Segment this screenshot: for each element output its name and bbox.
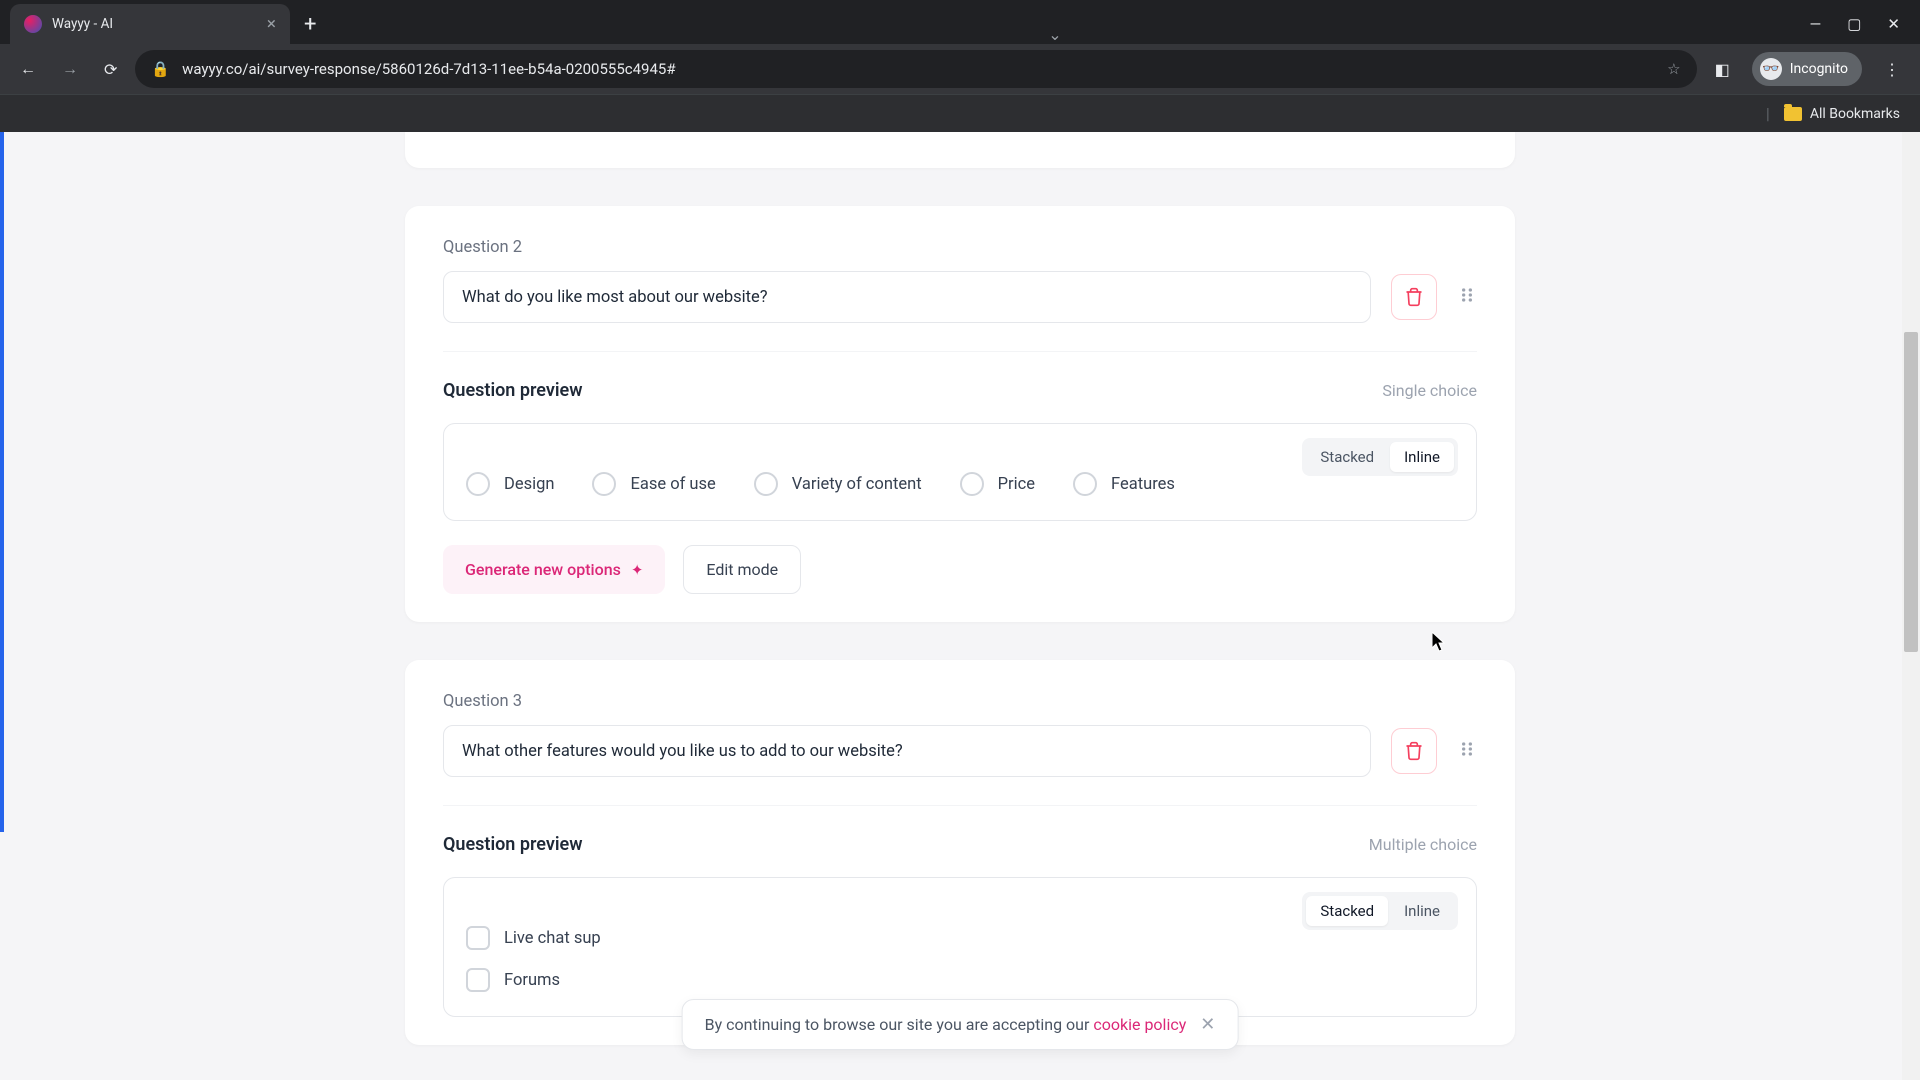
options-row: Design Ease of use Variety of content Pr… bbox=[466, 472, 1454, 496]
preview-title: Question preview bbox=[443, 834, 583, 855]
option-label: Design bbox=[504, 475, 554, 494]
page-content: Question 2 Question preview Single choic… bbox=[0, 132, 1920, 1080]
option-label: Price bbox=[998, 475, 1035, 494]
question-type-label: Single choice bbox=[1382, 381, 1477, 400]
drag-handle[interactable] bbox=[1457, 739, 1477, 763]
option-label: Variety of content bbox=[792, 475, 922, 494]
delete-button[interactable] bbox=[1391, 728, 1437, 774]
url-text: wayyy.co/ai/survey-response/5860126d-7d1… bbox=[182, 60, 1655, 78]
browser-toolbar: ← → ⟳ 🔒 wayyy.co/ai/survey-response/5860… bbox=[0, 44, 1920, 94]
tabs-dropdown-icon[interactable]: ⌄ bbox=[1048, 25, 1061, 44]
option-live-chat[interactable]: Live chat sup bbox=[466, 926, 1454, 950]
trash-icon bbox=[1404, 287, 1424, 307]
radio-icon bbox=[754, 472, 778, 496]
checkbox-icon bbox=[466, 926, 490, 950]
question-text-input[interactable] bbox=[443, 271, 1371, 323]
checkbox-icon bbox=[466, 968, 490, 992]
preview-box: Stacked Inline Live chat sup Forums bbox=[443, 877, 1477, 1017]
cookie-policy-link[interactable]: cookie policy bbox=[1093, 1015, 1186, 1034]
options-column: Live chat sup Forums bbox=[466, 926, 1454, 992]
toggle-inline[interactable]: Inline bbox=[1390, 442, 1454, 472]
cookie-banner: By continuing to browse our site you are… bbox=[682, 999, 1239, 1050]
toggle-inline[interactable]: Inline bbox=[1390, 896, 1454, 926]
question-text-input[interactable] bbox=[443, 725, 1371, 777]
scrollbar-track[interactable] bbox=[1902, 132, 1920, 1080]
layout-toggle: Stacked Inline bbox=[1302, 438, 1458, 476]
incognito-label: Incognito bbox=[1790, 61, 1848, 77]
incognito-icon: 👓 bbox=[1760, 58, 1782, 80]
radio-icon bbox=[960, 472, 984, 496]
toggle-stacked[interactable]: Stacked bbox=[1306, 442, 1388, 472]
option-label: Features bbox=[1111, 475, 1175, 494]
minimize-icon[interactable]: — bbox=[1810, 15, 1822, 33]
question-3-card: Question 3 Question preview Multiple cho… bbox=[405, 660, 1515, 1045]
edit-mode-button[interactable]: Edit mode bbox=[683, 545, 801, 594]
reload-icon[interactable]: ⟳ bbox=[96, 52, 125, 87]
generate-label: Generate new options bbox=[465, 560, 621, 579]
bookmarks-bar: | All Bookmarks bbox=[0, 94, 1920, 132]
option-forums[interactable]: Forums bbox=[466, 968, 1454, 992]
back-icon[interactable]: ← bbox=[12, 51, 44, 87]
new-tab-button[interactable]: + bbox=[290, 4, 330, 44]
option-label: Ease of use bbox=[630, 475, 715, 494]
generate-options-button[interactable]: Generate new options ✦ bbox=[443, 545, 665, 594]
tab-strip: Wayyy - AI × + ⌄ — ▢ ✕ bbox=[0, 0, 1920, 44]
preview-box: Stacked Inline Design Ease of use Variet… bbox=[443, 423, 1477, 521]
option-label: Live chat sup bbox=[504, 929, 601, 948]
option-price[interactable]: Price bbox=[960, 472, 1035, 496]
incognito-badge[interactable]: 👓 Incognito bbox=[1752, 52, 1862, 86]
question-2-card: Question 2 Question preview Single choic… bbox=[405, 206, 1515, 622]
window-controls: — ▢ ✕ bbox=[1810, 4, 1920, 44]
option-variety[interactable]: Variety of content bbox=[754, 472, 922, 496]
layout-toggle: Stacked Inline bbox=[1302, 892, 1458, 930]
browser-menu-icon[interactable]: ⋮ bbox=[1876, 52, 1908, 87]
maximize-icon[interactable]: ▢ bbox=[1847, 15, 1861, 33]
question-label: Question 2 bbox=[443, 238, 1477, 257]
all-bookmarks-button[interactable]: All Bookmarks bbox=[1784, 106, 1900, 122]
option-design[interactable]: Design bbox=[466, 472, 554, 496]
folder-icon bbox=[1784, 107, 1802, 121]
active-tab[interactable]: Wayyy - AI × bbox=[10, 4, 290, 44]
bookmarks-label: All Bookmarks bbox=[1810, 106, 1900, 122]
cookie-text: By continuing to browse our site you are… bbox=[705, 1015, 1187, 1034]
radio-icon bbox=[466, 472, 490, 496]
close-tab-icon[interactable]: × bbox=[267, 16, 276, 33]
option-ease-of-use[interactable]: Ease of use bbox=[592, 472, 715, 496]
radio-icon bbox=[1073, 472, 1097, 496]
bookmark-star-icon[interactable]: ☆ bbox=[1667, 60, 1680, 78]
grip-icon bbox=[1457, 739, 1477, 759]
close-window-icon[interactable]: ✕ bbox=[1887, 15, 1900, 33]
cookie-close-icon[interactable]: ✕ bbox=[1200, 1014, 1215, 1035]
favicon-icon bbox=[24, 15, 42, 33]
address-bar[interactable]: 🔒 wayyy.co/ai/survey-response/5860126d-7… bbox=[135, 50, 1696, 88]
card-top-cutoff bbox=[405, 132, 1515, 168]
question-label: Question 3 bbox=[443, 692, 1477, 711]
option-label: Forums bbox=[504, 971, 560, 990]
delete-button[interactable] bbox=[1391, 274, 1437, 320]
tab-title: Wayyy - AI bbox=[52, 16, 257, 32]
trash-icon bbox=[1404, 741, 1424, 761]
extensions-icon[interactable]: ◧ bbox=[1707, 52, 1738, 87]
sparkle-icon: ✦ bbox=[631, 561, 644, 579]
preview-title: Question preview bbox=[443, 380, 583, 401]
drag-handle[interactable] bbox=[1457, 285, 1477, 309]
toggle-stacked[interactable]: Stacked bbox=[1306, 896, 1388, 926]
lock-icon: 🔒 bbox=[151, 60, 170, 78]
option-features[interactable]: Features bbox=[1073, 472, 1175, 496]
radio-icon bbox=[592, 472, 616, 496]
grip-icon bbox=[1457, 285, 1477, 305]
scrollbar-thumb[interactable] bbox=[1904, 332, 1918, 652]
forward-icon[interactable]: → bbox=[54, 51, 86, 87]
question-type-label: Multiple choice bbox=[1369, 835, 1477, 854]
